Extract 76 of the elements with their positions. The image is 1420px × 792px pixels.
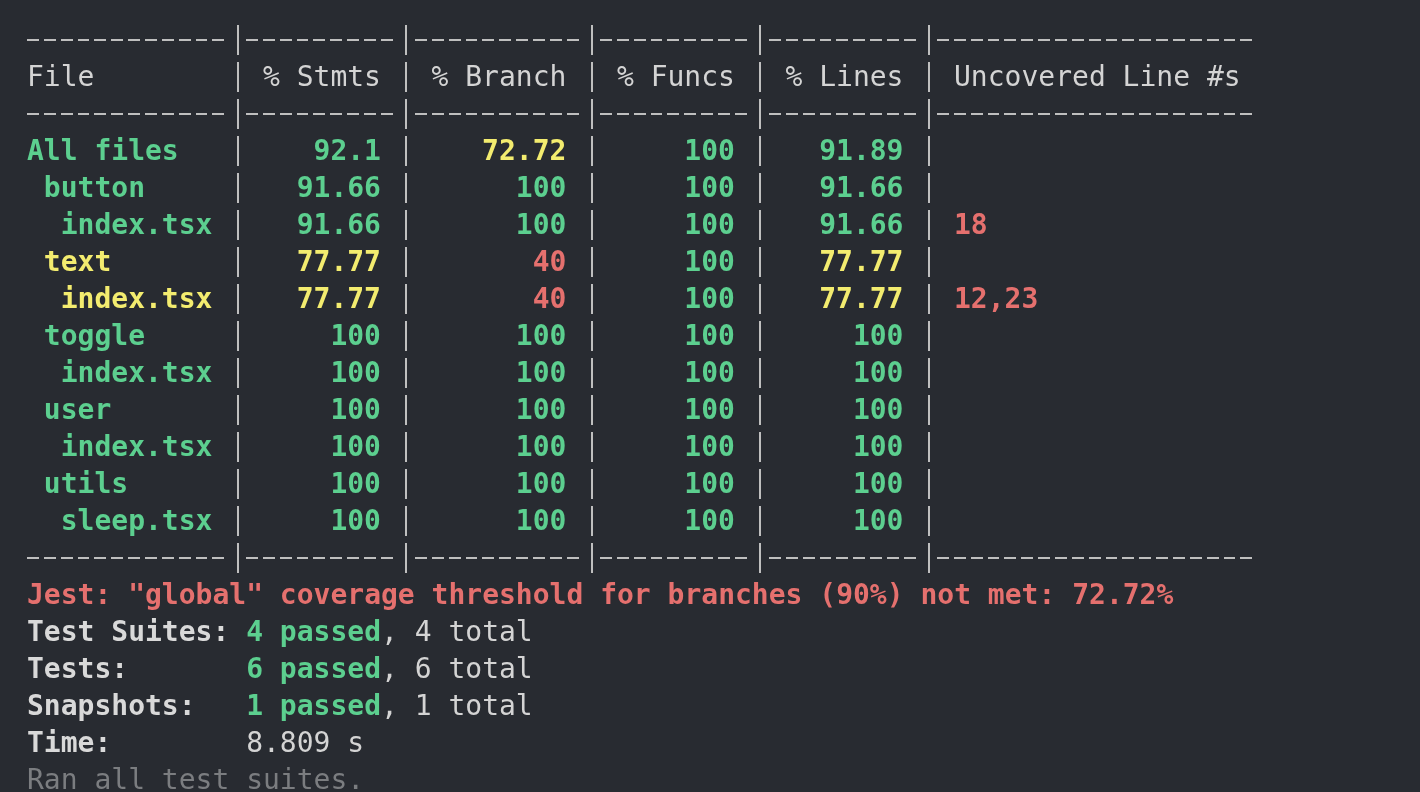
coverage-value: 100: [330, 430, 381, 463]
coverage-value: 100: [684, 356, 735, 389]
total-count: , 6 total: [381, 652, 533, 685]
file-name: user: [43, 393, 112, 426]
coverage-value: 100: [684, 171, 735, 204]
coverage-value: 100: [330, 319, 381, 352]
coverage-value: 100: [684, 245, 735, 278]
column-header: % Funcs: [616, 60, 735, 93]
summary-label: Time:: [27, 725, 113, 761]
file-name: index.tsx: [60, 430, 213, 463]
file-name: index.tsx: [60, 356, 213, 389]
coverage-value: 91.66: [296, 171, 381, 204]
summary-label: Snapshots:: [27, 688, 197, 724]
coverage-value: 100: [515, 467, 567, 500]
summary-label: Tests:: [27, 651, 130, 687]
elapsed-time: 8.809 s: [246, 726, 365, 759]
coverage-value: 100: [684, 319, 735, 352]
coverage-value: 100: [852, 467, 904, 500]
passed-count: 6 passed: [246, 652, 381, 685]
file-name: index.tsx: [60, 282, 213, 315]
coverage-value: 100: [852, 319, 904, 352]
coverage-value: 91.66: [819, 208, 904, 241]
file-name: toggle: [43, 319, 145, 352]
uncovered-lines: 18: [954, 208, 988, 241]
coverage-value: 100: [515, 430, 567, 463]
coverage-value: 100: [515, 208, 567, 241]
file-name: index.tsx: [60, 208, 213, 241]
file-name: sleep.tsx: [60, 504, 213, 537]
coverage-value: 77.77: [296, 282, 381, 315]
coverage-value: 40: [532, 245, 567, 278]
coverage-value: 100: [515, 319, 567, 352]
coverage-value: 77.77: [819, 282, 904, 315]
coverage-value: 92.1: [313, 134, 381, 167]
file-name: utils: [43, 467, 129, 500]
coverage-value: 100: [515, 393, 567, 426]
coverage-value: 91.66: [296, 208, 381, 241]
coverage-value: 100: [684, 393, 735, 426]
coverage-value: 100: [852, 393, 904, 426]
coverage-value: 100: [684, 504, 735, 537]
coverage-value: 100: [330, 467, 381, 500]
coverage-value: 100: [330, 393, 381, 426]
coverage-value: 100: [515, 356, 567, 389]
coverage-value: 100: [684, 467, 735, 500]
uncovered-lines: 12,23: [954, 282, 1039, 315]
coverage-value: 77.77: [296, 245, 381, 278]
column-header: % Branch: [431, 60, 567, 93]
coverage-value: 91.66: [819, 171, 904, 204]
status-message: Ran all test suites.: [27, 763, 365, 792]
coverage-value: 72.72: [482, 134, 567, 167]
total-count: , 4 total: [381, 615, 533, 648]
coverage-value: 100: [684, 208, 735, 241]
coverage-value: 91.89: [819, 134, 904, 167]
coverage-value: 100: [852, 430, 904, 463]
file-name: text: [43, 245, 112, 278]
passed-count: 4 passed: [246, 615, 381, 648]
coverage-value: 100: [684, 282, 735, 315]
file-name: button: [43, 171, 145, 204]
coverage-value: 77.77: [819, 245, 904, 278]
coverage-value: 100: [684, 430, 735, 463]
summary-label: Test Suites:: [27, 614, 231, 650]
passed-count: 1 passed: [246, 689, 381, 722]
coverage-value: 100: [515, 171, 567, 204]
file-name: All files: [27, 134, 179, 167]
coverage-value: 100: [330, 504, 381, 537]
coverage-value: 100: [684, 134, 735, 167]
threshold-message: Jest: "global" coverage threshold for branches (90%) not met: 72.72%: [27, 578, 1174, 611]
coverage-value: 100: [852, 356, 904, 389]
total-count: , 1 total: [381, 689, 533, 722]
coverage-value: 100: [515, 504, 567, 537]
column-header: File: [27, 60, 95, 93]
coverage-value: 40: [532, 282, 567, 315]
column-header: % Stmts: [262, 60, 381, 93]
column-header: % Lines: [785, 60, 904, 93]
coverage-value: 100: [852, 504, 904, 537]
coverage-value: 100: [330, 356, 381, 389]
column-header: Uncovered Line #s: [954, 60, 1241, 93]
